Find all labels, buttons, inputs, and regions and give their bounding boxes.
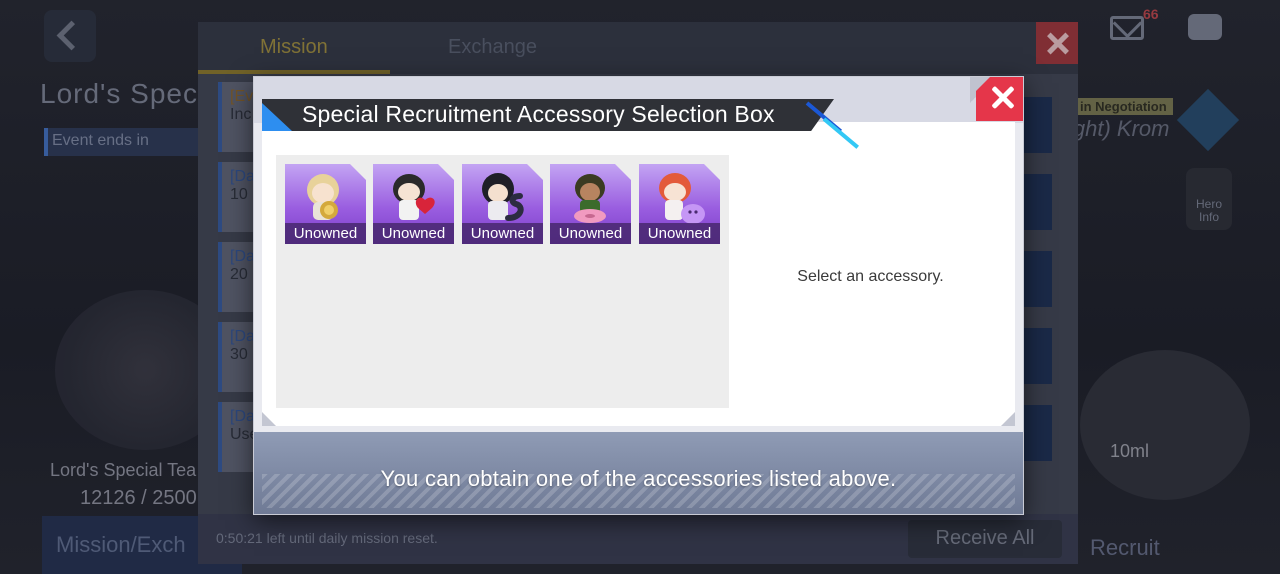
modal-footer-text: You can obtain one of the accessories li… xyxy=(380,466,897,491)
modal-title: Special Recruitment Accessory Selection … xyxy=(302,101,775,127)
ownership-label: Unowned xyxy=(462,223,543,244)
card-corner-fold xyxy=(438,164,454,180)
corner-decoration xyxy=(262,412,276,426)
green-haired-chibi-with-donut-icon xyxy=(574,174,606,223)
card-corner-fold xyxy=(350,164,366,180)
accessory-item[interactable]: Unowned xyxy=(462,164,543,244)
ownership-label: Unowned xyxy=(373,223,454,244)
close-icon[interactable] xyxy=(988,83,1018,113)
ownership-label: Unowned xyxy=(550,223,631,244)
dark-haired-chibi-with-heart-icon xyxy=(393,174,435,220)
red-haired-chibi-with-slime-icon xyxy=(659,173,705,224)
blonde-chibi-with-golden-rose-icon xyxy=(307,174,339,220)
accessory-item[interactable]: Unowned xyxy=(285,164,366,244)
accessory-item[interactable]: Unowned xyxy=(550,164,631,244)
title-accent-icon xyxy=(262,103,292,131)
select-accessory-hint: Select an accessory. xyxy=(797,268,944,285)
card-corner-fold xyxy=(615,164,631,180)
ownership-label: Unowned xyxy=(285,223,366,244)
card-corner-fold xyxy=(527,164,543,180)
ownership-label: Unowned xyxy=(639,223,720,244)
corner-decoration xyxy=(1001,412,1015,426)
card-corner-fold xyxy=(704,164,720,180)
accessory-item[interactable]: Unowned xyxy=(639,164,720,244)
selection-box-modal: Special Recruitment Accessory Selection … xyxy=(254,77,1023,514)
dark-haired-chibi-with-serpent-icon xyxy=(482,173,524,221)
accessory-grid: Unowned Unowned Unowned Unowned Unowned xyxy=(276,155,729,408)
accessory-item[interactable]: Unowned xyxy=(373,164,454,244)
